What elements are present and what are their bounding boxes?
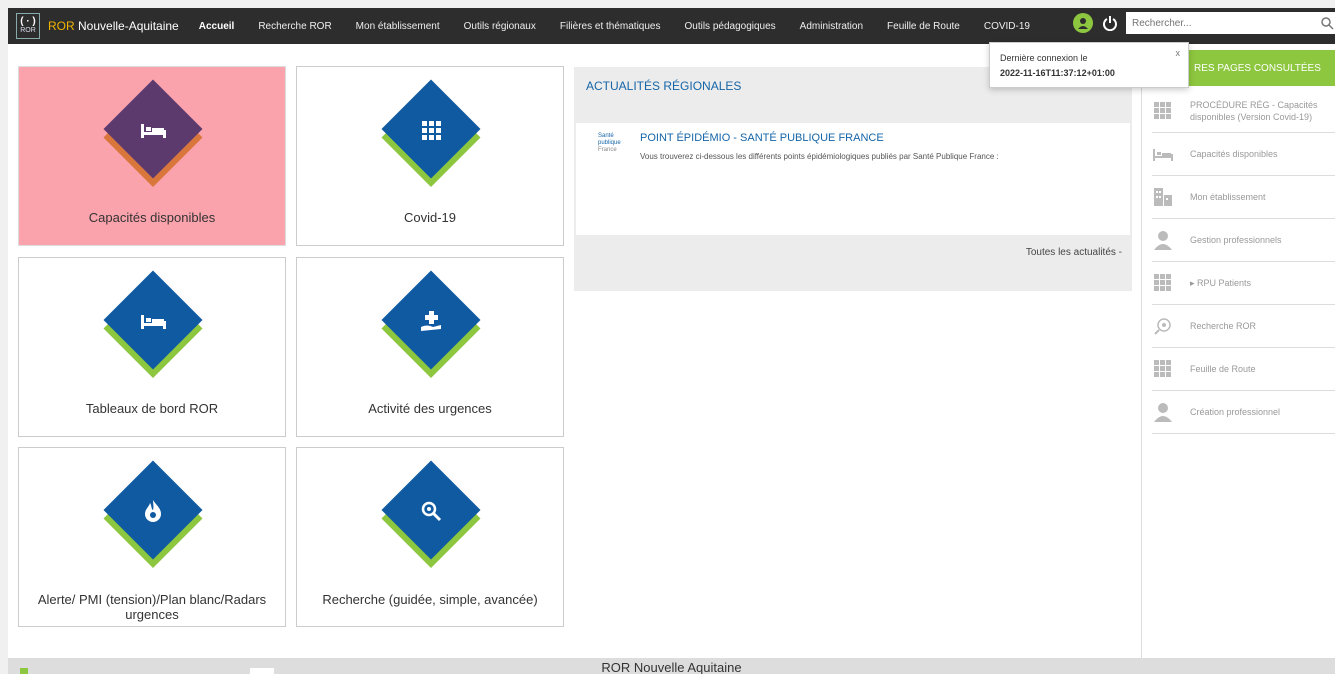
tile-recherche[interactable]: Recherche (guidée, simple, avancée) [296, 447, 564, 627]
main-nav: Accueil Recherche ROR Mon établissement … [199, 8, 1054, 44]
sidebar-item-procedure[interactable]: PROCÉDURE RÉG - Capacités disponibles (V… [1152, 90, 1335, 133]
top-navigation-bar: ( · ) ROR ROR Nouvelle-Aquitaine Accueil… [8, 8, 1335, 44]
logo-text: ROR [20, 27, 36, 34]
user-icon[interactable] [1073, 13, 1093, 33]
tile-alerte-pmi[interactable]: Alerte/ PMI (tension)/Plan blanc/Radars … [18, 447, 286, 627]
sidebar-item-label: Gestion professionnels [1190, 235, 1282, 245]
sidebar-item-recherche-ror[interactable]: Recherche ROR [1152, 305, 1335, 348]
power-icon[interactable] [1100, 13, 1120, 33]
grid-icon [1152, 272, 1174, 294]
tile-label: Covid-19 [403, 210, 457, 225]
magnifier-icon [1152, 315, 1174, 337]
search-input[interactable] [1126, 12, 1335, 34]
tile-label: Capacités disponibles [88, 210, 216, 225]
bed-icon [138, 115, 168, 145]
nav-item-outils-regionaux[interactable]: Outils régionaux [464, 21, 536, 32]
brand-prefix: ROR [48, 19, 75, 33]
ror-logo-icon: ( · ) ROR [16, 13, 40, 39]
logo-line: Santé [598, 133, 614, 139]
tile-activite-urgences[interactable]: Activité des urgences [296, 257, 564, 437]
recent-pages-sidebar: RES PAGES CONSULTÉES PROCÉDURE RÉG - Cap… [1141, 44, 1335, 658]
news-item[interactable]: Santé publique France POINT ÉPIDÉMIO - S… [576, 123, 1130, 235]
fire-icon [138, 496, 168, 526]
close-icon[interactable]: x [1176, 48, 1181, 58]
search-icon[interactable] [1320, 16, 1334, 30]
sidebar-item-rpu-patients[interactable]: ▸ RPU Patients [1152, 262, 1335, 305]
brand[interactable]: ( · ) ROR ROR Nouvelle-Aquitaine [8, 8, 179, 44]
tile-tableaux-de-bord[interactable]: Tableaux de bord ROR [18, 257, 286, 437]
person-icon [1152, 401, 1174, 423]
sidebar-item-label: ▸ RPU Patients [1190, 278, 1252, 288]
tile-label: Recherche (guidée, simple, avancée) [322, 592, 538, 607]
brand-title: ROR Nouvelle-Aquitaine [48, 19, 179, 33]
sidebar-item-capacites[interactable]: Capacités disponibles [1152, 133, 1335, 176]
grid-icon [1152, 100, 1174, 122]
building-icon [1152, 186, 1174, 208]
sidebar-item-label: Feuille de Route [1190, 364, 1256, 374]
tile-capacites-disponibles[interactable]: Capacités disponibles [18, 66, 286, 246]
last-login-popup: Dernière connexion le 2022-11-16T11:37:1… [989, 42, 1189, 88]
bed-icon [138, 306, 168, 336]
nav-item-outils-pedagogiques[interactable]: Outils pédagogiques [684, 21, 775, 32]
sante-publique-logo-icon: Santé publique France [586, 133, 630, 159]
sidebar-item-label: Création professionnel [1190, 407, 1281, 417]
grid-icon [1152, 358, 1174, 380]
sidebar-item-gestion-professionnels[interactable]: Gestion professionnels [1152, 219, 1335, 262]
nav-item-filieres[interactable]: Filières et thématiques [560, 21, 661, 32]
all-news-link[interactable]: Toutes les actualités - [1026, 247, 1122, 258]
recent-pages-header: RES PAGES CONSULTÉES [1182, 50, 1335, 86]
news-item-title[interactable]: POINT ÉPIDÉMIO - SANTÉ PUBLIQUE FRANCE [640, 132, 884, 144]
person-icon [1152, 229, 1174, 251]
footer-title: ROR Nouvelle Aquitaine [601, 660, 742, 674]
grid-icon [416, 115, 446, 145]
sidebar-item-etablissement[interactable]: Mon établissement [1152, 176, 1335, 219]
tile-label: Activité des urgences [368, 401, 492, 416]
sidebar-item-label: Mon établissement [1190, 192, 1266, 202]
last-login-label: Dernière connexion le [1000, 53, 1088, 63]
tile-label: Alerte/ PMI (tension)/Plan blanc/Radars … [37, 592, 267, 622]
sidebar-item-label: Capacités disponibles [1190, 149, 1278, 159]
nav-item-recherche-ror[interactable]: Recherche ROR [258, 21, 331, 32]
nav-item-mon-etablissement[interactable]: Mon établissement [356, 21, 440, 32]
logo-line: France [598, 147, 617, 153]
news-panel: ACTUALITÉS RÉGIONALES Santé publique Fra… [574, 67, 1132, 291]
nav-item-administration[interactable]: Administration [800, 21, 863, 32]
logo-line: publique [598, 140, 621, 146]
nav-item-accueil[interactable]: Accueil [199, 21, 235, 32]
news-item-text: Vous trouverez ci-dessous les différents… [640, 152, 999, 161]
sidebar-item-label: Recherche ROR [1190, 321, 1257, 331]
footer: ROR Nouvelle Aquitaine [8, 658, 1335, 674]
medical-cross-hand-icon [416, 306, 446, 336]
last-login-value: 2022-11-16T11:37:12+01:00 [1000, 68, 1115, 78]
sidebar-item-feuille-de-route[interactable]: Feuille de Route [1152, 348, 1335, 391]
sidebar-item-creation-professionnel[interactable]: Création professionnel [1152, 391, 1335, 434]
magnifier-icon [416, 496, 446, 526]
sidebar-item-label: PROCÉDURE RÉG - Capacités disponibles (V… [1190, 100, 1318, 122]
tile-label: Tableaux de bord ROR [85, 401, 219, 416]
nav-item-covid-19[interactable]: COVID-19 [984, 21, 1030, 32]
news-title: ACTUALITÉS RÉGIONALES [586, 79, 742, 93]
bed-icon [1152, 143, 1174, 165]
brand-name: Nouvelle-Aquitaine [74, 19, 179, 33]
tile-covid-19[interactable]: Covid-19 [296, 66, 564, 246]
nav-item-feuille-de-route[interactable]: Feuille de Route [887, 21, 960, 32]
